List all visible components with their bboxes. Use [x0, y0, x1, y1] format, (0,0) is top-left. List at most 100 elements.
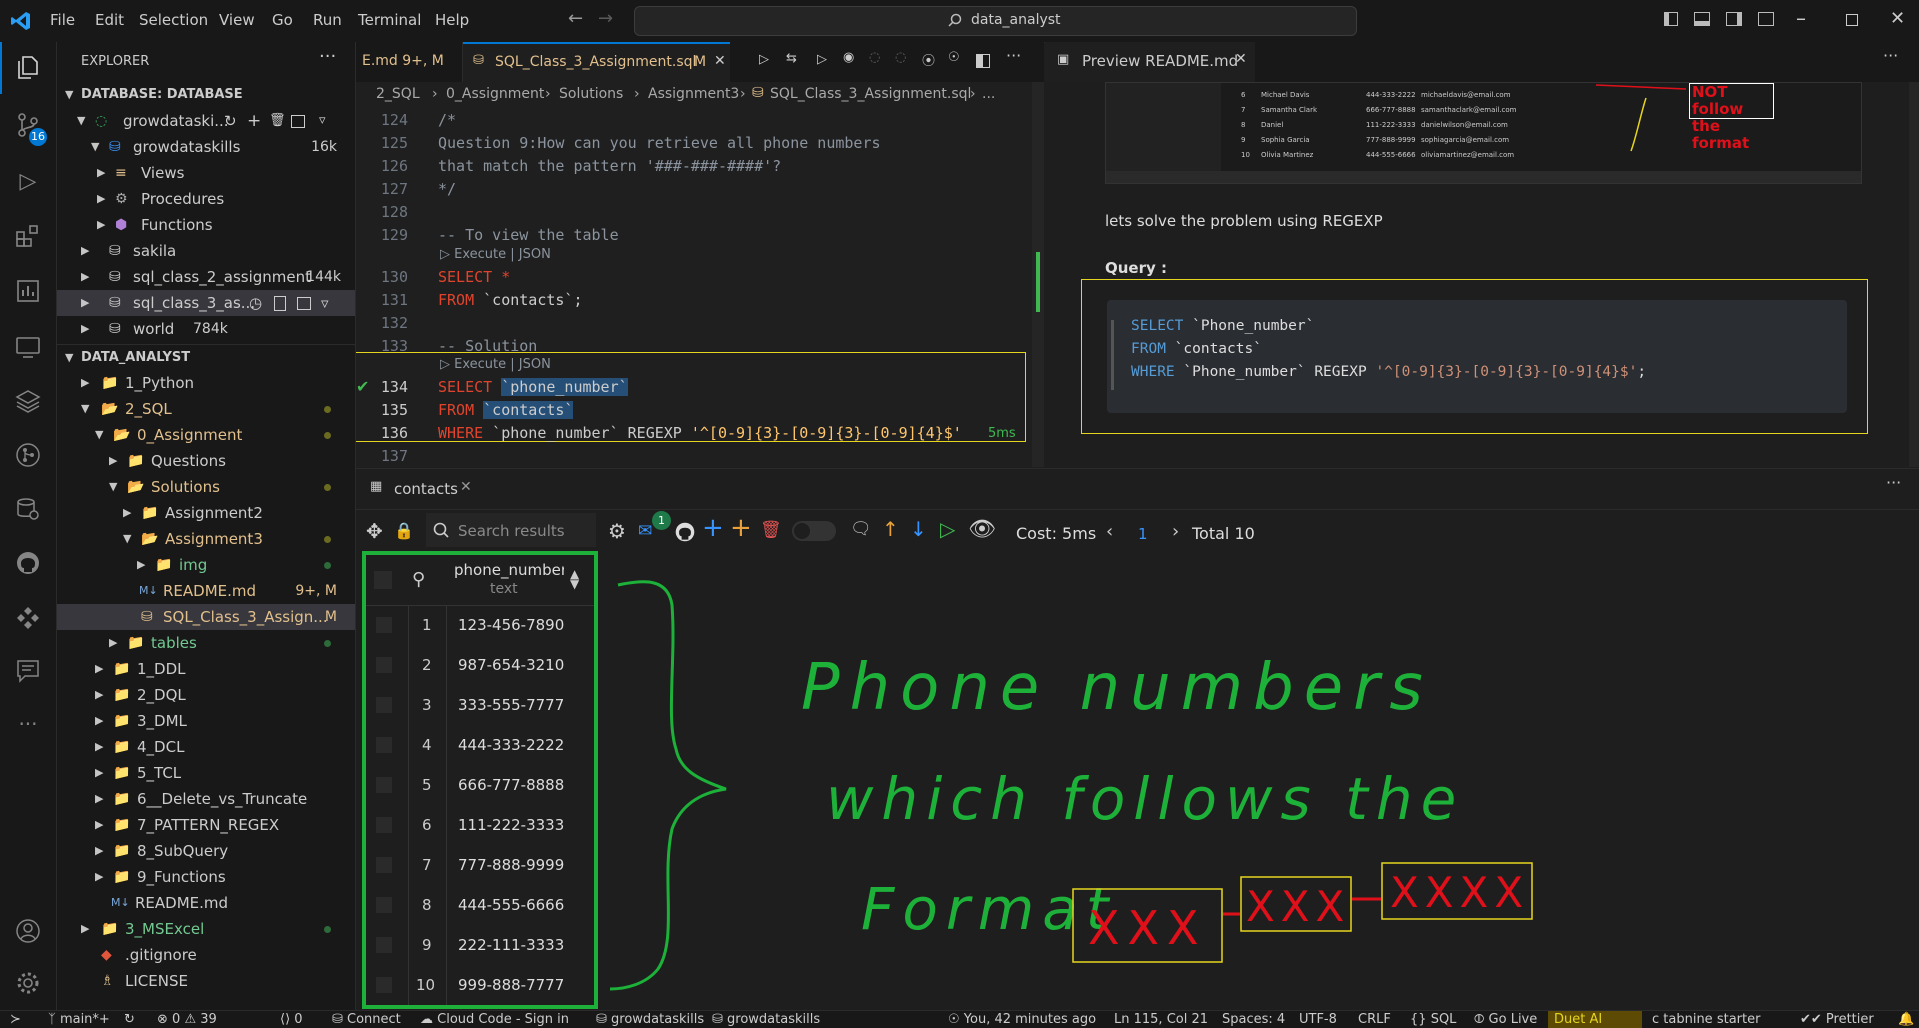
codelens-execute[interactable]: ▷ Execute | JSON — [440, 247, 551, 262]
comment-icon[interactable]: 🗨 — [850, 519, 872, 539]
close-tab-icon[interactable]: ✕ — [714, 53, 726, 69]
folder-0-assignment[interactable]: ▼ 📂 0_Assignment — [57, 422, 355, 448]
row-checkbox[interactable] — [376, 937, 392, 953]
cloud-code-button[interactable]: ☁ Cloud Code - Sign in — [420, 1012, 569, 1027]
folder-1-python[interactable]: ▶ 📁 1_Python — [57, 370, 355, 396]
row-checkbox[interactable] — [376, 737, 392, 753]
filter-icon[interactable]: ▿ — [319, 108, 326, 134]
sort-icon[interactable]: ▲ ▼ — [570, 568, 579, 590]
row-checkbox[interactable] — [376, 697, 392, 713]
page-number[interactable]: 1 — [1138, 525, 1148, 543]
menu-selection[interactable]: Selection — [139, 11, 208, 29]
chart-icon[interactable] — [15, 278, 41, 304]
row-checkbox[interactable] — [376, 857, 392, 873]
table-row[interactable]: 3 333-555-7777 — [366, 685, 594, 725]
explorer-more-icon[interactable]: ··· — [319, 46, 336, 67]
panel-more-icon[interactable]: ··· — [1886, 473, 1901, 492]
column-header-phone-number[interactable]: phone_number — [454, 561, 564, 579]
mail-icon[interactable]: ✉ — [638, 521, 652, 541]
ports-indicator[interactable]: ⟨⟩ 0 — [280, 1012, 303, 1027]
problems-indicator[interactable]: ⊗ 0 ⚠ 39 — [157, 1012, 217, 1027]
row-checkbox[interactable] — [376, 657, 392, 673]
db-procedures[interactable]: ▶ ⚙ Procedures — [57, 186, 355, 212]
db-sql-class-3[interactable]: ▶ ⛁ sql_class_3_as... ◷ ▿ — [57, 290, 355, 316]
codelens-execute[interactable]: ▷ Execute | JSON — [440, 357, 551, 372]
file-gitignore[interactable]: ◆ .gitignore — [57, 942, 355, 968]
more-icon[interactable]: ··· — [14, 710, 42, 738]
search-results-input[interactable]: Search results — [426, 513, 596, 547]
tab-preview-readme[interactable]: ▣ Preview README.md ✕ — [1045, 42, 1255, 82]
next-page-icon[interactable]: › — [1172, 521, 1179, 542]
folder-6-delete-vs-truncate[interactable]: ▶ 📁 6__Delete_vs_Truncate — [57, 786, 355, 812]
folder-tables[interactable]: ▶ 📁 tables — [57, 630, 355, 656]
table-row[interactable]: 4 444-333-2222 — [366, 725, 594, 765]
db-sql-class-2[interactable]: ▶ ⛁ sql_class_2_assignment 144k — [57, 264, 355, 290]
toggle-secondary-sidebar-icon[interactable] — [1726, 12, 1742, 26]
indentation[interactable]: Spaces: 4 — [1222, 1012, 1285, 1027]
cursor-position[interactable]: Ln 115, Col 21 — [1114, 1012, 1208, 1027]
history-icon[interactable]: ◷ — [249, 290, 262, 316]
toggle-switch[interactable] — [792, 521, 836, 541]
go-forward-icon[interactable]: ◌ — [895, 50, 906, 65]
folder-assignment3[interactable]: ▼ 📂 Assignment3 — [57, 526, 355, 552]
folder-1-ddl[interactable]: ▶ 📁 1_DDL — [57, 656, 355, 682]
menu-view[interactable]: View — [219, 11, 255, 29]
folder-assignment2[interactable]: ▶ 📁 Assignment2 — [57, 500, 355, 526]
table-row[interactable]: 2 987-654-3210 — [366, 645, 594, 685]
row-checkbox[interactable] — [376, 977, 392, 993]
insert-icon[interactable]: + — [730, 513, 752, 543]
run-debug-icon[interactable]: ▷ — [14, 168, 42, 196]
copilot-icon[interactable]: ⦿ — [922, 50, 935, 69]
delete-icon[interactable]: 🗑 — [269, 108, 286, 134]
add-row-icon[interactable]: + — [702, 513, 724, 543]
remote-explorer-icon[interactable] — [15, 334, 41, 360]
table-row[interactable]: 9 222-111-3333 — [366, 925, 594, 965]
connect-button[interactable]: ⛁ Connect — [332, 1012, 401, 1027]
layers-icon[interactable] — [15, 388, 41, 414]
db-views[interactable]: ▶ ≡ Views — [57, 160, 355, 186]
encoding[interactable]: UTF-8 — [1299, 1012, 1337, 1027]
github-icon[interactable] — [674, 521, 696, 543]
folder-3-dml[interactable]: ▶ 📁 3_DML — [57, 708, 355, 734]
table-row[interactable]: 8 444-555-6666 — [366, 885, 594, 925]
menu-terminal[interactable]: Terminal — [358, 11, 421, 29]
file-license[interactable]: ♗ LICENSE — [57, 968, 355, 994]
row-checkbox[interactable] — [376, 617, 392, 633]
sync-icon[interactable]: ↻ — [124, 1012, 135, 1027]
customize-layout-icon[interactable] — [1758, 12, 1774, 26]
table-row[interactable]: 1 123-456-7890 — [366, 605, 594, 645]
dot-icon[interactable]: ◌ — [869, 50, 880, 65]
terminal-icon[interactable] — [297, 297, 311, 310]
notifications-icon[interactable]: 🔔 — [1898, 1012, 1914, 1027]
maximize-icon[interactable] — [1846, 14, 1858, 26]
db-connection-row[interactable]: ▼ ◌ growdataski... ↻ + 🗑 ▿ — [57, 108, 355, 134]
menu-go[interactable]: Go — [272, 11, 293, 29]
folder-9-functions[interactable]: ▶ 📁 9_Functions — [57, 864, 355, 890]
db-sakila[interactable]: ▶ ⛁ sakila — [57, 238, 355, 264]
new-file-icon[interactable] — [274, 296, 286, 311]
folder-7-pattern-regex[interactable]: ▶ 📁 7_PATTERN_REGEX — [57, 812, 355, 838]
prev-page-icon[interactable]: ‹ — [1106, 521, 1113, 542]
eol[interactable]: CRLF — [1358, 1012, 1391, 1027]
folder-questions[interactable]: ▶ 📁 Questions — [57, 448, 355, 474]
row-checkbox[interactable] — [376, 817, 392, 833]
folder-img[interactable]: ▶ 📁 img — [57, 552, 355, 578]
search-icon[interactable]: ⚲ — [412, 569, 425, 590]
go-live-button[interactable]: ⦷ Go Live — [1474, 1012, 1537, 1027]
toggle-panel-icon[interactable] — [1694, 12, 1710, 26]
close-tab-icon[interactable]: ✕ — [460, 479, 472, 495]
file-sql-class-3[interactable]: ⛁ SQL_Class_3_Assign... M — [57, 604, 355, 630]
git-compare-icon[interactable]: ☉ — [948, 50, 960, 65]
folder-8-subquery[interactable]: ▶ 📁 8_SubQuery — [57, 838, 355, 864]
table-row[interactable]: 10 999-888-7777 — [366, 965, 594, 1005]
row-checkbox[interactable] — [376, 897, 392, 913]
chat-list-icon[interactable] — [15, 658, 41, 684]
db-indicator-2[interactable]: ⛁ growdataskills — [712, 1012, 820, 1027]
delete-row-icon[interactable]: 🗑 — [760, 520, 782, 540]
db-world[interactable]: ▶ ⛁ world 784k — [57, 316, 355, 342]
folder-solutions[interactable]: ▼ 📂 Solutions — [57, 474, 355, 500]
db-functions[interactable]: ▶ ⬢ Functions — [57, 212, 355, 238]
account-icon[interactable] — [15, 918, 41, 944]
tab-contacts[interactable]: ▦ contacts ✕ — [360, 469, 476, 509]
prettier-status[interactable]: ✔✔ Prettier — [1800, 1012, 1874, 1027]
